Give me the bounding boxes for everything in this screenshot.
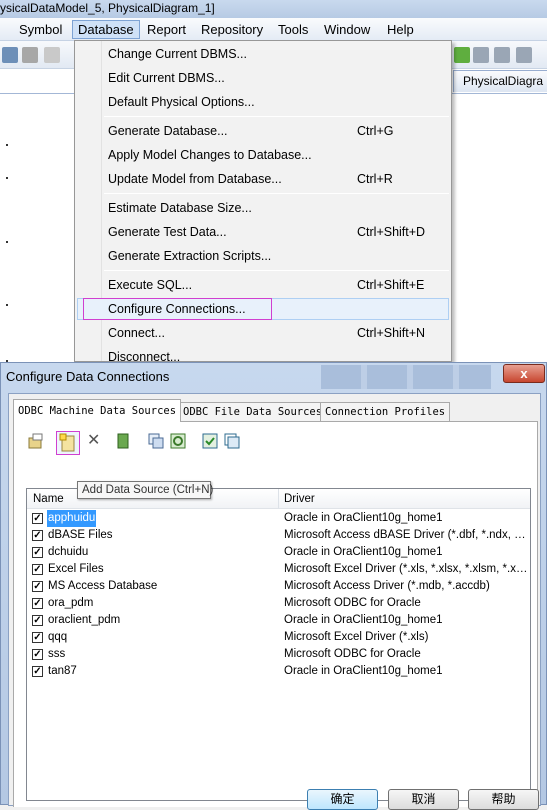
check-model-icon[interactable] — [454, 47, 470, 63]
menu-change-dbms[interactable]: Change Current DBMS... — [77, 43, 449, 65]
menu-bar: Symbol Database Report Repository Tools … — [0, 18, 547, 41]
test-connection-icon[interactable] — [115, 433, 131, 449]
tab-page: ✕ Name Driver Add Data Source (Ctrl+N) ✓… — [13, 421, 538, 807]
tab-odbc-machine-data-sources[interactable]: ODBC Machine Data Sources — [13, 399, 182, 422]
blurred-region — [321, 365, 491, 389]
row-name: apphuidu — [45, 509, 98, 528]
column-name[interactable]: Name — [33, 489, 64, 509]
menu-tools[interactable]: Tools — [273, 20, 313, 39]
row-checkbox[interactable]: ✓ — [32, 547, 43, 558]
deselect-all-icon[interactable] — [224, 433, 240, 449]
copy-icon[interactable] — [44, 47, 60, 63]
row-name: sss — [48, 648, 66, 660]
export-icon[interactable] — [473, 47, 489, 63]
menu-generate-test-data[interactable]: Generate Test Data... Ctrl+Shift+D — [77, 221, 449, 243]
list-item[interactable]: ✓ ora_pdm Microsoft ODBC for Oracle — [27, 595, 530, 612]
menu-generate-extraction-scripts[interactable]: Generate Extraction Scripts... — [77, 245, 449, 267]
arrow-left-icon[interactable] — [494, 47, 510, 63]
menu-repository[interactable]: Repository — [196, 20, 268, 39]
list-item[interactable]: ✓ oraclient_pdm Oracle in OraClient10g_h… — [27, 612, 530, 629]
row-name: dchuidu — [48, 546, 89, 558]
powerdesigner-window: ysicalDataModel_5, PhysicalDiagram_1] Sy… — [0, 0, 547, 362]
cancel-button[interactable]: 取消 — [388, 789, 459, 810]
menu-apply-model-changes[interactable]: Apply Model Changes to Database... — [77, 144, 449, 166]
menu-disconnect[interactable]: Disconnect... — [77, 346, 449, 361]
row-driver: Microsoft Access dBASE Driver (*.dbf, *.… — [284, 529, 528, 541]
odbc-admin-icon[interactable] — [148, 433, 164, 449]
delete-icon[interactable]: ✕ — [87, 433, 103, 449]
row-driver: Microsoft Excel Driver (*.xls, *.xlsx, *… — [284, 563, 528, 575]
menu-database[interactable]: Database — [72, 20, 140, 39]
row-driver: Oracle in OraClient10g_home1 — [284, 512, 443, 524]
menu-update-model[interactable]: Update Model from Database... Ctrl+R — [77, 168, 449, 190]
row-checkbox[interactable]: ✓ — [32, 598, 43, 609]
list-item[interactable]: ✓ apphuidu Oracle in OraClient10g_home1 — [27, 509, 530, 528]
menu-separator — [104, 116, 449, 117]
row-driver: Microsoft ODBC for Oracle — [284, 648, 421, 660]
window-title: ysicalDataModel_5, PhysicalDiagram_1] — [0, 0, 547, 18]
tab-odbc-file-data-sources[interactable]: ODBC File Data Sources — [178, 402, 328, 421]
row-checkbox[interactable]: ✓ — [32, 632, 43, 643]
list-item[interactable]: ✓ dBASE Files Microsoft Access dBASE Dri… — [27, 527, 530, 544]
tooltip: Add Data Source (Ctrl+N) — [77, 481, 213, 499]
menu-estimate-database-size[interactable]: Estimate Database Size... — [77, 197, 449, 219]
help-button[interactable]: 帮助 — [468, 789, 539, 810]
ok-button[interactable]: 确定 — [307, 789, 378, 810]
row-driver: Microsoft ODBC for Oracle — [284, 597, 421, 609]
data-sources-list[interactable]: Name Driver Add Data Source (Ctrl+N) ✓ a… — [26, 481, 531, 801]
row-checkbox[interactable]: ✓ — [32, 615, 43, 626]
add-data-source-icon[interactable] — [56, 431, 80, 455]
tab-physical-diagram[interactable]: PhysicalDiagra — [453, 70, 547, 92]
row-checkbox[interactable]: ✓ — [32, 564, 43, 575]
list-item[interactable]: ✓ MS Access Database Microsoft Access Dr… — [27, 578, 530, 595]
menu-edit-dbms[interactable]: Edit Current DBMS... — [77, 67, 449, 89]
menu-default-physical-options[interactable]: Default Physical Options... — [77, 91, 449, 113]
tab-connection-profiles[interactable]: Connection Profiles — [320, 402, 451, 421]
list-item[interactable]: ✓ tan87 Oracle in OraClient10g_home1 — [27, 663, 530, 680]
list-item[interactable]: ✓ Excel Files Microsoft Excel Driver (*.… — [27, 561, 530, 578]
row-checkbox[interactable]: ✓ — [32, 530, 43, 541]
menu-separator — [104, 193, 449, 194]
row-checkbox[interactable]: ✓ — [32, 666, 43, 677]
dialog-body: ODBC Machine Data Sources ODBC File Data… — [8, 393, 541, 807]
menu-window[interactable]: Window — [319, 20, 375, 39]
refresh-icon[interactable] — [170, 433, 186, 449]
row-driver: Microsoft Access Driver (*.mdb, *.accdb) — [284, 580, 490, 592]
menu-help[interactable]: Help — [382, 20, 419, 39]
open-icon[interactable] — [2, 47, 18, 63]
row-driver: Microsoft Excel Driver (*.xls) — [284, 631, 429, 643]
list-item[interactable]: ✓ qqq Microsoft Excel Driver (*.xls) — [27, 629, 530, 646]
row-driver: Oracle in OraClient10g_home1 — [284, 614, 443, 626]
row-name: oraclient_pdm — [48, 614, 121, 626]
menu-symbol[interactable]: Symbol — [14, 20, 67, 39]
list-item[interactable]: ✓ sss Microsoft ODBC for Oracle — [27, 646, 530, 663]
cut-icon[interactable] — [22, 47, 38, 63]
configure-connections-dialog: Configure Data Connections x ODBC Machin… — [0, 362, 547, 810]
row-name: dBASE Files — [48, 529, 113, 541]
properties-icon[interactable] — [28, 433, 44, 449]
menu-generate-database[interactable]: Generate Database... Ctrl+G — [77, 120, 449, 142]
row-driver: Oracle in OraClient10g_home1 — [284, 665, 443, 677]
row-name: MS Access Database — [48, 580, 158, 592]
arrow-right-icon[interactable] — [516, 47, 532, 63]
row-name: ora_pdm — [48, 597, 94, 609]
row-checkbox[interactable]: ✓ — [32, 513, 43, 524]
select-all-icon[interactable] — [202, 433, 218, 449]
row-driver: Oracle in OraClient10g_home1 — [284, 546, 443, 558]
dialog-title: Configure Data Connections — [6, 369, 170, 384]
menu-separator — [104, 270, 449, 271]
row-name: qqq — [48, 631, 68, 643]
column-driver[interactable]: Driver — [284, 489, 315, 509]
menu-report[interactable]: Report — [142, 20, 191, 39]
menu-connect[interactable]: Connect... Ctrl+Shift+N — [77, 322, 449, 344]
menu-execute-sql[interactable]: Execute SQL... Ctrl+Shift+E — [77, 274, 449, 296]
row-name: tan87 — [48, 665, 77, 677]
highlight-annotation-box — [83, 298, 272, 320]
row-checkbox[interactable]: ✓ — [32, 649, 43, 660]
list-item[interactable]: ✓ dchuidu Oracle in OraClient10g_home1 — [27, 544, 530, 561]
close-button[interactable]: x — [503, 364, 545, 383]
row-name: Excel Files — [48, 563, 104, 575]
row-checkbox[interactable]: ✓ — [32, 581, 43, 592]
